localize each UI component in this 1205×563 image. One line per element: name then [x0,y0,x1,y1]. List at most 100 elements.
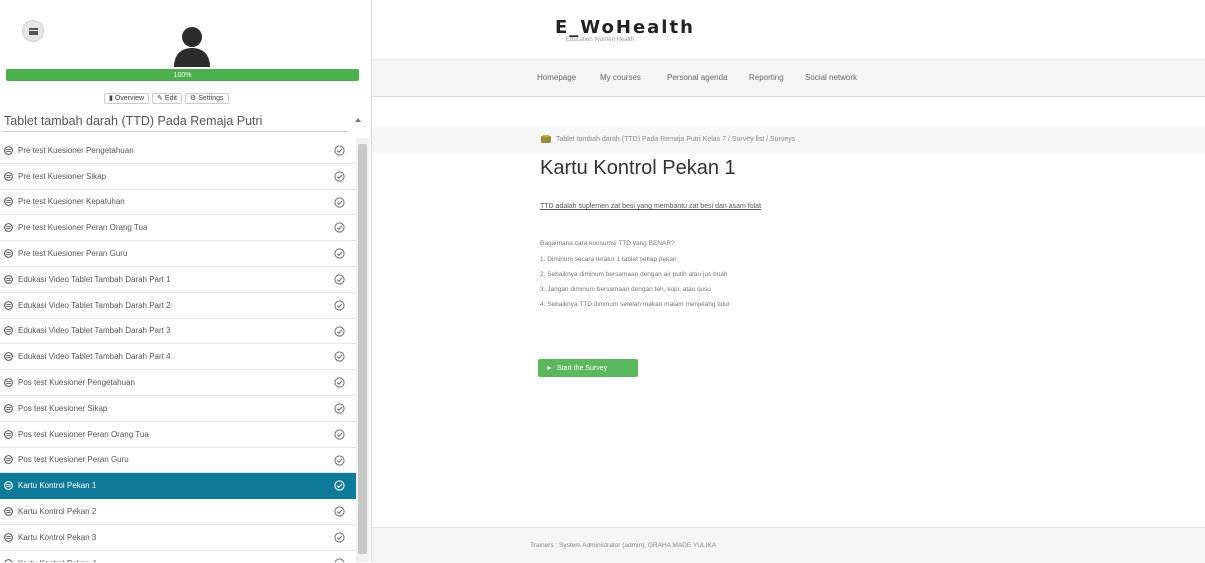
sidebar-lesson-item[interactable]: Pre test Kuesioner Kepatuhan [0,190,356,216]
sidebar-lesson-item[interactable]: Edukasi Video Tablet Tambah Darah Part 3 [0,319,356,345]
completed-check-icon [334,325,345,337]
overview-button[interactable]: ▮ Overview [104,93,150,104]
lesson-label: Pos test Kuesioner Peran Guru [18,455,129,465]
sidebar-lesson-item[interactable]: Pre test Kuesioner Peran Orang Tua [0,215,356,242]
gear-icon: ⚙ [189,95,197,102]
user-avatar-icon [174,27,210,67]
nav-my-courses[interactable]: My courses [600,73,641,82]
start-survey-button[interactable]: ► Start the Survey [538,359,638,377]
sidebar-lesson-item[interactable]: Pos test Kuesioner Peran Guru [0,448,356,474]
breadcrumb-text[interactable]: Tablet tambah darah (TTD) Pada Remaja Pu… [556,136,795,143]
sidebar-lesson-item[interactable]: Kartu Kontrol Pekan 1 [0,473,356,500]
nav-reporting[interactable]: Reporting [749,73,784,82]
survey-icon [4,455,13,465]
sidebar-lesson-item[interactable]: Kartu Kontrol Pekan 2 [0,499,356,525]
rule-item: 4. Sebaiknya TTD diminum setelah makan m… [540,301,730,308]
brand-tagline: Education Women Health [566,37,634,43]
sidebar-lesson-item[interactable]: Pos test Kuesioner Pengetahuan [0,370,356,396]
sidebar-scrollbar[interactable] [356,138,369,562]
scrollbar-thumb[interactable] [358,144,367,554]
pencil-icon: ✎ [157,95,163,102]
lesson-label: Edukasi Video Tablet Tambah Darah Part 4 [18,352,171,362]
lesson-label: Pre test Kuesioner Pengetahuan [18,145,134,155]
footer-trainers: Trainers : System Administrator (admin),… [530,542,717,549]
course-progress-bar: 100% [6,69,359,81]
sidebar-lesson-item[interactable]: Pos test Kuesioner Peran Orang Tua [0,422,356,448]
completed-check-icon [334,196,345,208]
play-icon: ► [546,364,553,372]
survey-icon [4,429,13,439]
completed-check-icon [334,300,345,311]
lesson-label: Pos test Kuesioner Sikap [18,403,108,413]
survey-icon [4,378,13,387]
lesson-label: Kartu Kontrol Pekan 1 [18,481,97,491]
survey-icon [4,223,13,233]
completed-check-icon [334,274,345,285]
nav-social-network[interactable]: Social network [805,73,857,82]
sidebar-lesson-item[interactable]: Kartu Kontrol Pekan 3 [0,525,356,551]
sidebar-lesson-item[interactable]: Edukasi Video Tablet Tambah Darah Part 1 [0,267,356,293]
survey-icon [4,300,13,310]
divider [2,131,348,132]
survey-icon [4,558,13,562]
completed-check-icon [334,480,345,491]
survey-icon [4,145,13,155]
edit-button[interactable]: ✎ Edit [152,93,182,104]
lesson-label: Kartu Kontrol Pekan 3 [18,532,97,542]
lesson-list: Pre test Kuesioner Pengetahuan Pre test K… [0,138,356,562]
survey-intro: Bagaimana cara konsumsi TTD yang BENAR? [540,240,675,247]
survey-icon [4,326,13,336]
survey-subheading: TTD adalah suplemen zat besi yang memban… [540,203,762,210]
completed-check-icon [334,429,345,440]
sidebar-lesson-item[interactable]: Pos test Kuesioner Sikap [0,396,356,422]
menu-toggle-button[interactable] [22,20,44,42]
survey-icon [4,171,13,181]
sidebar-actions: ▮ Overview ✎ Edit ⚙ Settings [104,93,229,104]
lesson-label: Pos test Kuesioner Peran Orang Tua [18,429,149,439]
completed-check-icon [334,558,345,562]
settings-button[interactable]: ⚙ Settings [184,93,229,104]
lesson-label: Edukasi Video Tablet Tambah Darah Part 2 [18,300,171,310]
main-content: E_WoHealth Education Women Health Homepa… [372,0,1205,563]
page-title: Kartu Kontrol Pekan 1 [540,157,736,179]
completed-check-icon [334,351,345,363]
lesson-label: Edukasi Video Tablet Tambah Darah Part 1 [18,274,171,284]
site-header: E_WoHealth Education Women Health [372,0,1205,57]
progress-fill: 100% [6,69,359,81]
lesson-label: Pre test Kuesioner Peran Orang Tua [18,223,148,233]
lesson-label: Pre test Kuesioner Sikap [18,171,107,181]
rule-item: 3. Jangan diminum bersamaan dengan teh, … [540,286,711,293]
lesson-label: Edukasi Video Tablet Tambah Darah Part 3 [18,326,171,336]
completed-check-icon [334,377,345,388]
completed-check-icon [334,454,345,466]
lesson-label: Pre test Kuesioner Peran Guru [18,249,128,259]
lesson-label: Kartu Kontrol Pekan 4 [18,559,356,562]
survey-icon [4,481,13,491]
sidebar-lesson-item[interactable]: Edukasi Video Tablet Tambah Darah Part 4 [0,344,356,371]
survey-icon [4,274,13,284]
survey-icon [4,249,13,258]
sidebar-lesson-item[interactable]: Pre test Kuesioner Sikap [0,164,356,190]
lesson-label: Kartu Kontrol Pekan 2 [18,507,97,517]
survey-icon [4,532,13,542]
survey-icon [4,352,13,362]
completed-check-icon [334,506,345,517]
completed-check-icon [334,532,345,543]
brand-logo[interactable]: E_WoHealth [555,17,695,38]
completed-check-icon [334,248,345,259]
collapse-arrow-icon[interactable] [355,118,361,122]
sidebar-lesson-item[interactable]: Pre test Kuesioner Pengetahuan [0,138,356,164]
sidebar-lesson-item[interactable]: Pre test Kuesioner Peran Guru [0,241,356,267]
lesson-label: Pos test Kuesioner Pengetahuan [18,378,135,388]
sidebar-lesson-item[interactable]: Kartu Kontrol Pekan 4 [0,551,356,562]
lesson-label: Pre test Kuesioner Kepatuhan [18,197,125,207]
nav-personal-agenda[interactable]: Personal agenda [667,73,728,82]
course-sidebar: 100% ▮ Overview ✎ Edit ⚙ Settings Tablet… [0,0,372,562]
rule-item: 1. Diminum secara teratur 1 tablet setia… [540,256,677,263]
completed-check-icon [334,171,345,182]
course-title: Tablet tambah darah (TTD) Pada Remaja Pu… [4,114,263,128]
survey-icon [4,197,13,207]
nav-homepage[interactable]: Homepage [537,73,576,82]
sidebar-lesson-item[interactable]: Edukasi Video Tablet Tambah Darah Part 2 [0,293,356,319]
completed-check-icon [334,222,345,234]
